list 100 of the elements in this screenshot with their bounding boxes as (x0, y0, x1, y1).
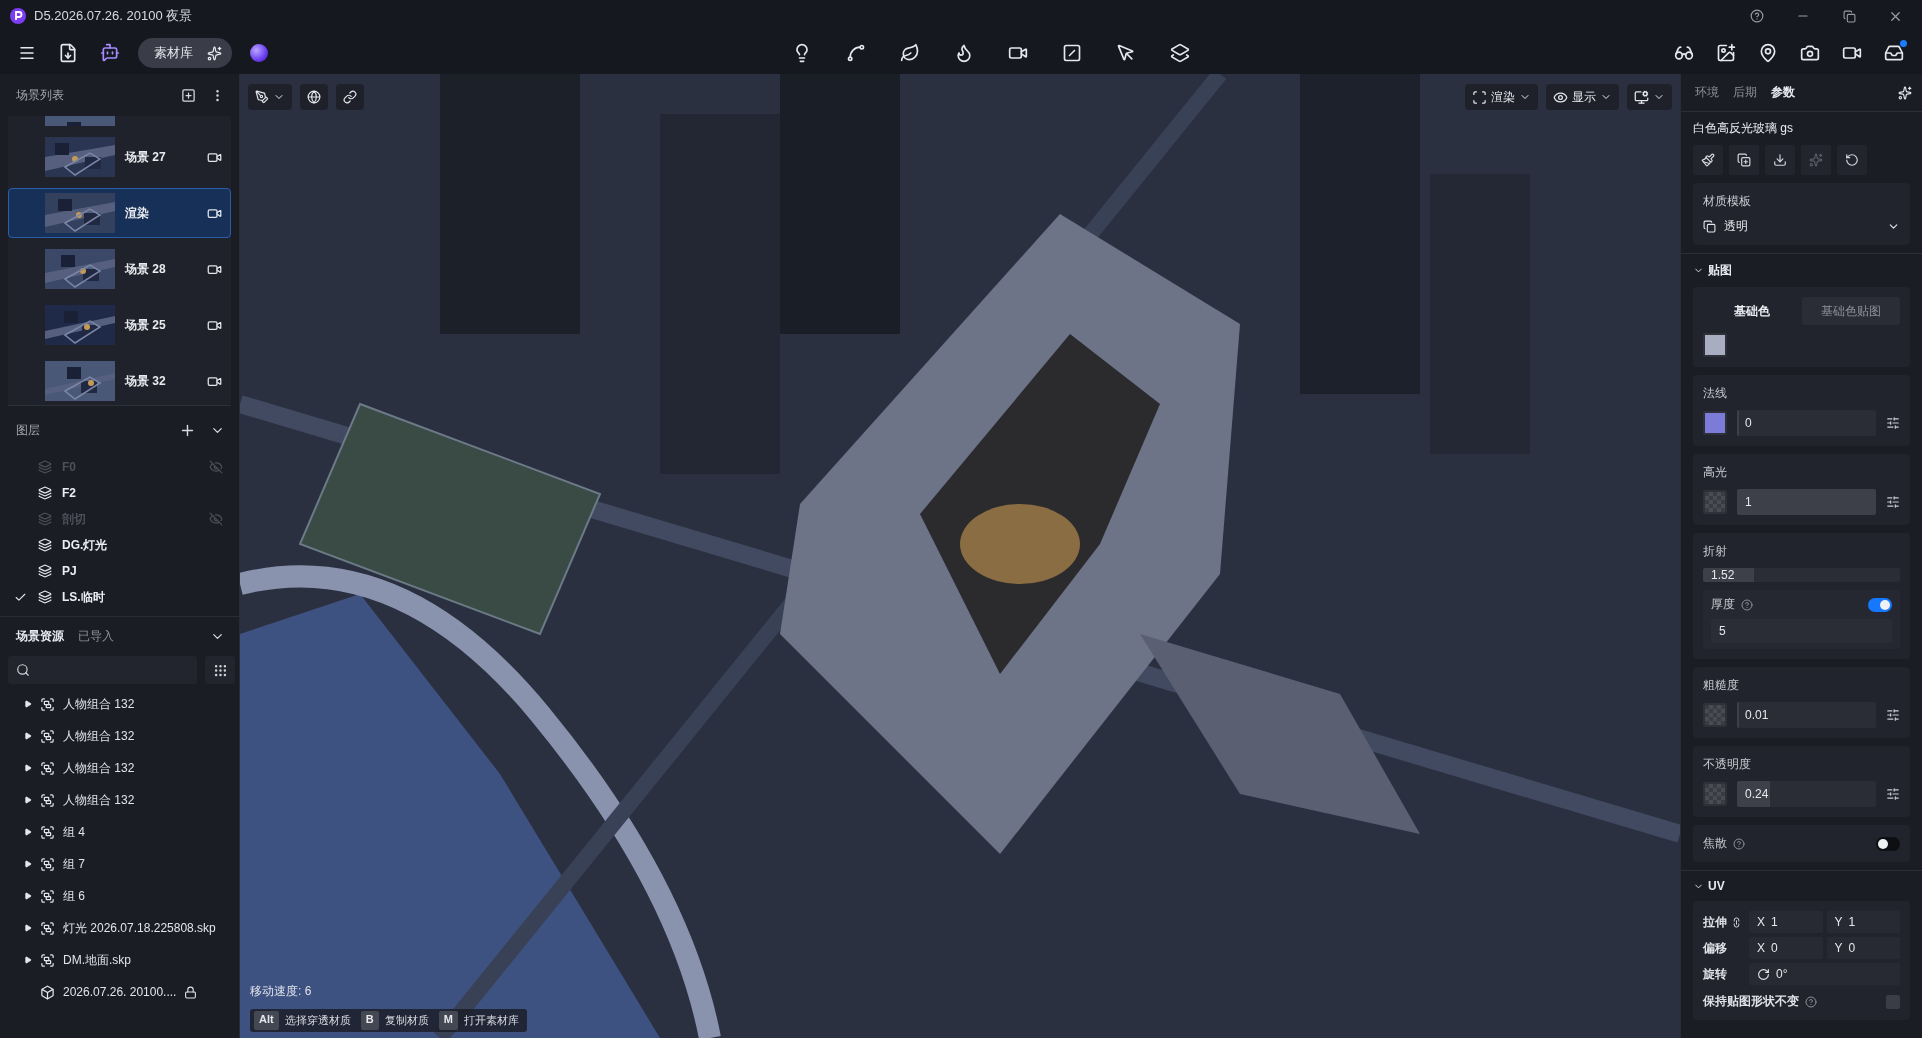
adjust-icon[interactable] (1886, 708, 1900, 722)
add-scene-icon[interactable] (181, 87, 196, 103)
pen-tool-menu[interactable] (248, 84, 292, 110)
layer-name[interactable]: DG.灯光 (62, 536, 223, 554)
template-select[interactable]: 透明 (1703, 218, 1900, 235)
link-icon[interactable] (1731, 916, 1742, 928)
value-slider[interactable]: 1.52 (1703, 568, 1900, 582)
axis-label: Y (1834, 915, 1843, 929)
panel-tab[interactable]: 后期 (1733, 84, 1757, 101)
help-icon[interactable] (1805, 995, 1817, 1008)
number-field[interactable]: Y 1 (1826, 911, 1900, 933)
expand-icon[interactable] (24, 700, 32, 708)
value-slider[interactable]: 0.24 (1737, 781, 1876, 807)
scene-item[interactable]: 渲染 (8, 188, 231, 238)
layer-name[interactable]: F2 (62, 486, 223, 500)
number-field[interactable]: X 0 (1749, 937, 1823, 959)
assets-tab[interactable]: 场景资源 (16, 628, 64, 645)
globe-button[interactable] (300, 84, 328, 110)
toggle-knob (1880, 599, 1890, 610)
toggle-switch[interactable] (1876, 836, 1900, 851)
number-field[interactable]: Y 0 (1826, 937, 1900, 959)
adjust-icon[interactable] (1886, 787, 1900, 801)
texture-swatch[interactable] (1703, 703, 1727, 727)
value-slider[interactable]: 1 (1737, 489, 1876, 515)
help-icon[interactable] (1733, 837, 1745, 850)
asset-name[interactable]: 组 6 (63, 887, 85, 905)
texture-swatch[interactable] (1703, 490, 1727, 514)
help-icon (1750, 9, 1764, 23)
panel-tab[interactable]: 参数 (1771, 84, 1795, 101)
number-field[interactable]: 5 (1711, 619, 1892, 643)
maps-section-toggle[interactable]: 贴图 (1693, 262, 1910, 279)
field-value: 0 (1771, 941, 1778, 955)
cube-icon (40, 984, 55, 1000)
expand-icon[interactable] (24, 924, 32, 932)
monitor-settings-menu[interactable] (1627, 84, 1672, 110)
color-swatch[interactable] (1703, 333, 1727, 357)
checkbox[interactable] (1886, 994, 1900, 1009)
asset-name[interactable]: 人物组合 132 (63, 759, 135, 777)
value-slider[interactable]: 0 (1737, 410, 1876, 436)
undo-icon (1845, 153, 1859, 167)
restore-icon (1842, 9, 1856, 23)
panel-tab[interactable]: 环境 (1695, 84, 1719, 101)
assets-tab[interactable]: 已导入 (78, 628, 114, 645)
adjust-icon[interactable] (1886, 416, 1900, 430)
asset-name[interactable]: 灯光 2026.07.18.225808.skp (63, 919, 216, 937)
layer-icon (38, 512, 52, 526)
adjust-icon[interactable] (1886, 495, 1900, 509)
material-name: 白色高反光玻璃 gs (1693, 120, 1794, 137)
scene-item[interactable]: 场景 27 (8, 132, 231, 182)
expand-icon[interactable] (24, 956, 32, 964)
brush-button[interactable] (1693, 145, 1723, 175)
layer-name[interactable]: LS.临时 (62, 588, 223, 606)
toggle-switch[interactable] (1868, 597, 1892, 612)
expand-icon[interactable] (24, 860, 32, 868)
number-field[interactable]: X 1 (1749, 911, 1823, 933)
layer-name[interactable]: PJ (62, 564, 223, 578)
speed-label: 移动速度: 6 (250, 983, 312, 1000)
expand-icon[interactable] (24, 892, 32, 900)
display-menu[interactable]: 显示 (1546, 84, 1619, 110)
group-icon (40, 888, 55, 904)
scene-item[interactable]: 场景 32 (8, 356, 231, 405)
map-tab[interactable]: 基础色贴图 (1801, 297, 1900, 325)
grid-view-button[interactable] (205, 656, 235, 684)
asset-name[interactable]: 组 7 (63, 855, 85, 873)
inbox-icon (1884, 43, 1904, 63)
asset-name[interactable]: 组 4 (63, 823, 85, 841)
expand-icon[interactable] (24, 828, 32, 836)
download-button[interactable] (1765, 145, 1795, 175)
angle-field[interactable]: 0° (1749, 963, 1900, 985)
help-icon[interactable] (1741, 598, 1753, 611)
library-button[interactable]: 素材库 (138, 38, 232, 68)
color-swatch[interactable] (1703, 411, 1727, 435)
render-menu[interactable]: 渲染 (1465, 84, 1538, 110)
reset-button[interactable] (1837, 145, 1867, 175)
asset-name[interactable]: DM.地面.skp (63, 951, 131, 969)
sparkle-icon[interactable] (1898, 85, 1912, 100)
field-label: 旋转 (1703, 965, 1727, 983)
field-label: 法线 (1703, 385, 1728, 402)
asset-name[interactable]: 人物组合 132 (63, 727, 135, 745)
link-button[interactable] (336, 84, 364, 110)
expand-icon[interactable] (24, 764, 32, 772)
field-value: 0 (1744, 416, 1752, 430)
key-label: M (438, 1011, 458, 1030)
scene-item[interactable]: 场景 25 (8, 300, 231, 350)
sphere-icon (250, 44, 268, 62)
asset-name[interactable]: 人物组合 132 (63, 695, 135, 713)
scene-item[interactable]: 场景 28 (8, 244, 231, 294)
camera-icon (1800, 43, 1820, 63)
add-copy-button[interactable] (1729, 145, 1759, 175)
value-slider[interactable]: 0.01 (1737, 702, 1876, 728)
sparkle-icon (1809, 153, 1823, 167)
map-tab[interactable]: 基础色 (1703, 297, 1802, 325)
asset-name[interactable]: 2026.07.26. 20100.... (63, 985, 177, 999)
texture-swatch[interactable] (1703, 782, 1727, 806)
expand-icon[interactable] (24, 796, 32, 804)
asset-name[interactable]: 人物组合 132 (63, 791, 135, 809)
field-label: 厚度 (1711, 596, 1735, 613)
expand-icon[interactable] (24, 732, 32, 740)
uv-section-toggle[interactable]: UV (1693, 879, 1910, 893)
search-field[interactable] (8, 656, 197, 684)
